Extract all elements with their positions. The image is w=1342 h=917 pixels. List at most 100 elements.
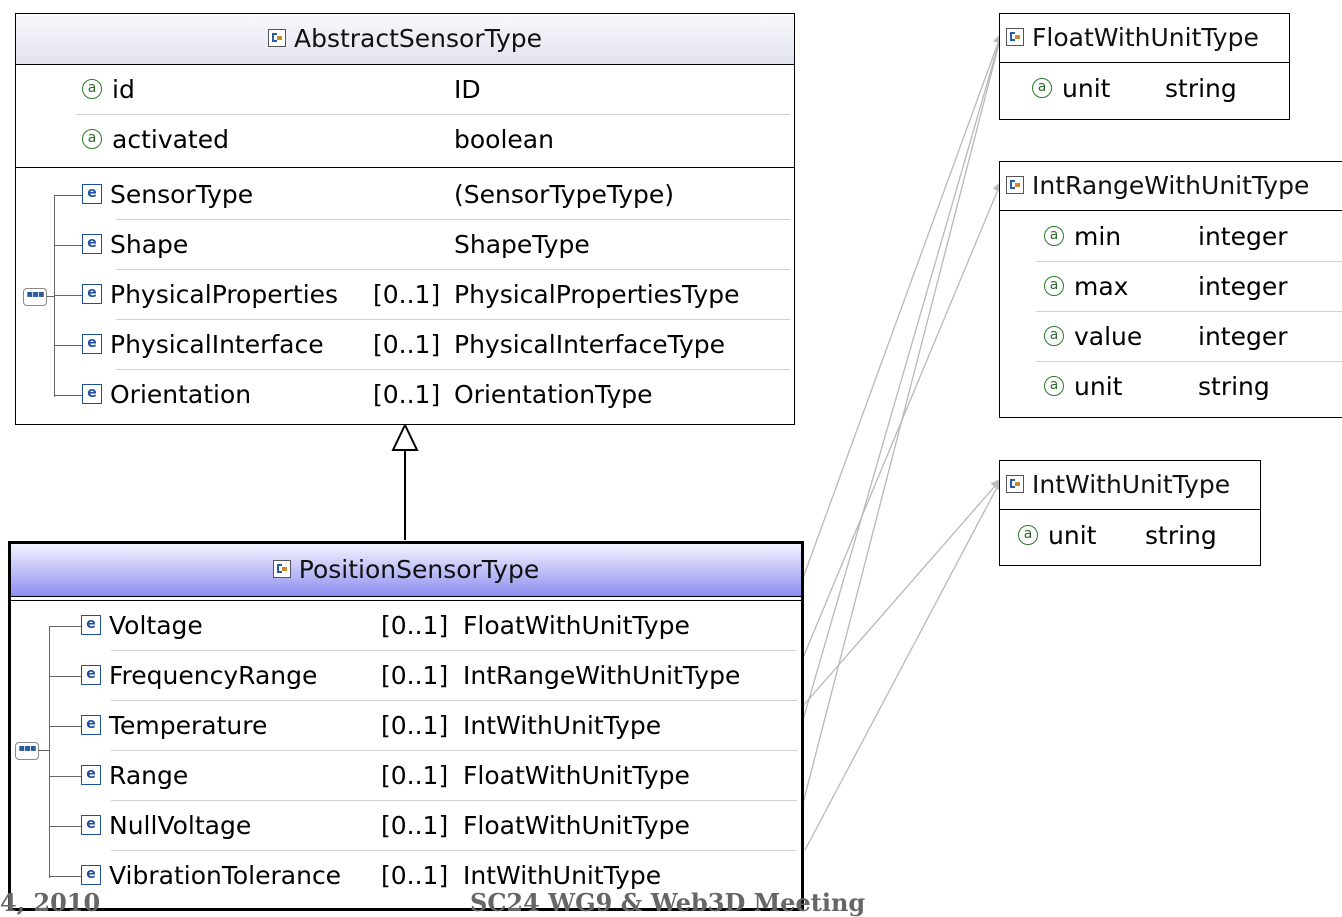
element-row[interactable]: e PhysicalInterface [0..1] PhysicalInterf… <box>16 320 794 370</box>
element-row[interactable]: e PhysicalProperties [0..1] PhysicalPrope… <box>16 270 794 320</box>
attribute-icon: a <box>1044 226 1064 246</box>
attribute-row[interactable]: a unit string <box>1000 64 1289 114</box>
int-range-with-unit-type-header: IntRangeWithUnitType <box>1000 162 1342 211</box>
element-icon: e <box>82 334 102 354</box>
tree-branch <box>49 776 81 777</box>
tree-branch <box>54 295 82 296</box>
tree-branch <box>49 626 81 627</box>
tree-branch <box>54 245 82 246</box>
element-cardinality: [0..1] <box>373 330 441 359</box>
element-icon: e <box>82 384 102 404</box>
int-with-unit-type-header: IntWithUnitType <box>1000 461 1260 510</box>
element-icon: e <box>82 234 102 254</box>
element-cardinality: [0..1] <box>381 711 449 740</box>
element-type: (SensorTypeType) <box>454 180 675 209</box>
position-sensor-type-box[interactable]: PositionSensorType ▪▪▪ e Voltage [0..1] F… <box>8 541 804 911</box>
attribute-icon: a <box>1044 376 1064 396</box>
element-row[interactable]: e Range [0..1] FloatWithUnitType <box>11 751 801 801</box>
attribute-row[interactable]: a unit string <box>1000 511 1260 561</box>
element-cardinality: [0..1] <box>373 380 441 409</box>
attribute-name: max <box>1074 272 1129 301</box>
element-type: PhysicalInterfaceType <box>454 330 726 359</box>
element-type: ShapeType <box>454 230 590 259</box>
attribute-type: integer <box>1198 322 1288 351</box>
element-row[interactable]: e NullVoltage [0..1] FloatWithUnitType <box>11 801 801 851</box>
element-type: FloatWithUnitType <box>463 761 690 790</box>
element-name: PhysicalProperties <box>110 280 339 309</box>
attribute-row[interactable]: a value integer <box>1000 312 1342 362</box>
int-range-with-unit-type-title: IntRangeWithUnitType <box>1032 171 1310 200</box>
element-row[interactable]: e Temperature [0..1] IntWithUnitType <box>11 701 801 751</box>
attribute-icon: a <box>1044 326 1064 346</box>
element-name: FrequencyRange <box>109 661 318 690</box>
element-type: FloatWithUnitType <box>463 611 690 640</box>
attribute-type: string <box>1165 74 1237 103</box>
element-cardinality: [0..1] <box>381 811 449 840</box>
position-sensor-type-header: PositionSensorType <box>11 544 801 597</box>
attribute-icon: a <box>1018 525 1038 545</box>
element-row[interactable]: e Shape ShapeType <box>16 220 794 270</box>
complex-type-icon <box>1006 28 1024 46</box>
element-cardinality: [0..1] <box>381 761 449 790</box>
attribute-row[interactable]: a id ID <box>16 65 794 115</box>
element-type: FloatWithUnitType <box>463 811 690 840</box>
element-type: IntRangeWithUnitType <box>463 661 741 690</box>
element-row[interactable]: e SensorType (SensorTypeType) <box>16 170 794 220</box>
element-row[interactable]: e Voltage [0..1] FloatWithUnitType <box>11 601 801 651</box>
position-sensor-type-title: PositionSensorType <box>298 555 540 584</box>
element-icon: e <box>81 615 101 635</box>
element-name: Temperature <box>109 711 268 740</box>
complex-type-icon <box>267 29 286 47</box>
element-icon: e <box>81 865 101 885</box>
element-name: VibrationTolerance <box>109 861 342 890</box>
element-icon: e <box>81 665 101 685</box>
element-icon: e <box>81 715 101 735</box>
attribute-row[interactable]: a activated boolean <box>16 115 794 165</box>
tree-branch <box>49 726 81 727</box>
complex-type-icon <box>1006 176 1024 194</box>
inheritance-arrowhead <box>391 422 419 451</box>
attribute-name: activated <box>112 125 229 154</box>
complex-type-icon <box>272 560 291 578</box>
int-range-with-unit-type-box[interactable]: IntRangeWithUnitType a min integer a max i… <box>999 161 1342 418</box>
element-name: Range <box>109 761 189 790</box>
element-name: SensorType <box>110 180 254 209</box>
element-name: Shape <box>110 230 189 259</box>
link-range-float <box>789 31 1003 766</box>
attribute-icon: a <box>1044 276 1064 296</box>
float-with-unit-type-box[interactable]: FloatWithUnitType a unit string <box>999 13 1290 120</box>
element-type: IntWithUnitType <box>463 711 662 740</box>
attribute-icon: a <box>82 79 102 99</box>
int-with-unit-type-box[interactable]: IntWithUnitType a unit string <box>999 460 1261 566</box>
abstract-sensor-type-title: AbstractSensorType <box>293 24 543 53</box>
attribute-name: value <box>1074 322 1143 351</box>
attribute-type: integer <box>1198 272 1288 301</box>
int-with-unit-type-title: IntWithUnitType <box>1032 470 1231 499</box>
slide-footer: 4, 2010 SC24 WG9 & Web3D Meeting <box>0 888 1342 917</box>
attribute-icon: a <box>1032 78 1052 98</box>
element-cardinality: [0..1] <box>373 280 441 309</box>
attribute-name: id <box>112 75 135 104</box>
tree-branch <box>49 876 81 877</box>
element-name: NullVoltage <box>109 811 252 840</box>
element-row[interactable]: e Orientation [0..1] OrientationType <box>16 370 794 420</box>
abstract-sensor-type-box[interactable]: AbstractSensorType a id ID a activated boo… <box>15 13 795 425</box>
attribute-type: ID <box>454 75 481 104</box>
tree-branch <box>54 395 82 396</box>
attribute-row[interactable]: a max integer <box>1000 262 1342 312</box>
element-icon: e <box>82 184 102 204</box>
tree-branch <box>49 676 81 677</box>
attribute-type: string <box>1145 521 1217 550</box>
element-icon: e <box>81 765 101 785</box>
link-voltage-float <box>794 31 1003 601</box>
element-cardinality: [0..1] <box>381 611 449 640</box>
attribute-row[interactable]: a min integer <box>1000 212 1342 262</box>
attribute-row[interactable]: a unit string <box>1000 362 1342 412</box>
link-frequency-intrange <box>799 179 1003 666</box>
attribute-icon: a <box>82 129 102 149</box>
attribute-type: integer <box>1198 222 1288 251</box>
footer-date: 4, 2010 <box>0 888 101 917</box>
complex-type-icon <box>1006 475 1024 493</box>
element-cardinality: [0..1] <box>381 661 449 690</box>
element-row[interactable]: e FrequencyRange [0..1] IntRangeWithUnitT… <box>11 651 801 701</box>
